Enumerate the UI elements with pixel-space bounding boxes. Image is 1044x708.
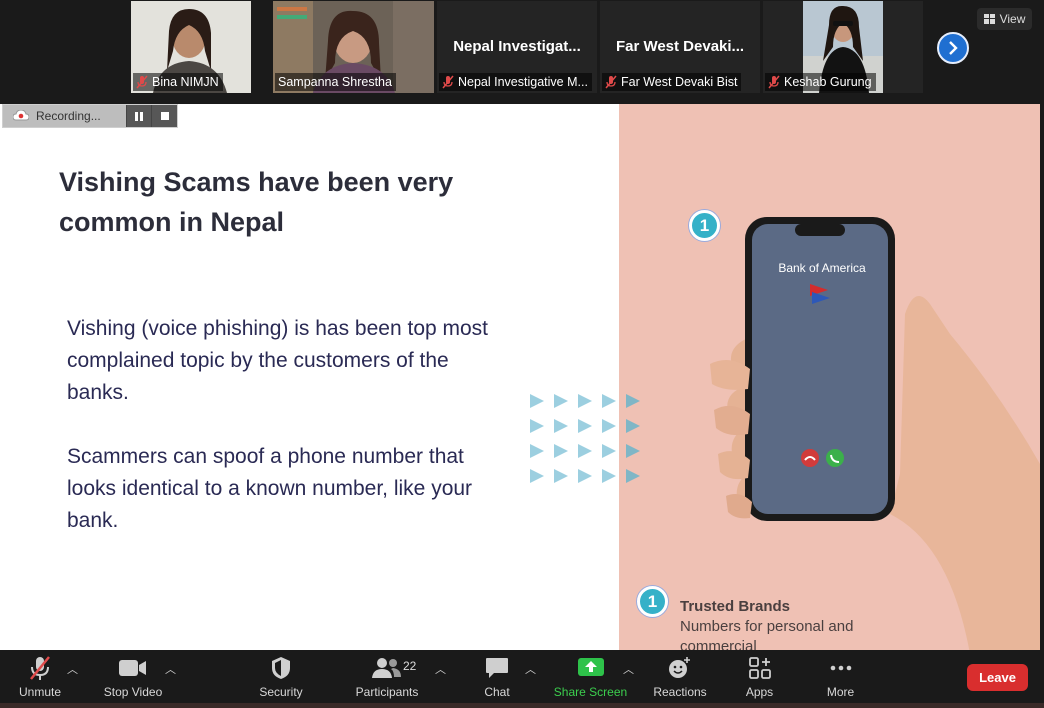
- accept-call-icon: [826, 449, 844, 467]
- grid-view-icon: [983, 14, 995, 24]
- stop-video-button[interactable]: Stop Video: [98, 651, 168, 708]
- unmute-button[interactable]: Unmute: [10, 651, 70, 708]
- zoom-meeting-window: Bina NIMJN Sampanna Shrestha Nepal Inves…: [0, 0, 1044, 708]
- apps-label: Apps: [745, 685, 774, 699]
- chat-options-caret[interactable]: ︿: [525, 661, 536, 677]
- unmute-label: Unmute: [18, 685, 62, 699]
- chevron-right-icon: [949, 41, 958, 55]
- phone-in-hand-illustration: Bank of America: [710, 217, 1040, 650]
- view-button-label: View: [999, 12, 1026, 26]
- participant-label: Sampanna Shrestha: [275, 73, 396, 91]
- recording-indicator: Recording...: [2, 104, 178, 128]
- participant-name: Bina NIMJN: [152, 75, 219, 89]
- mic-muted-icon: [30, 656, 50, 680]
- share-screen-label: Share Screen: [553, 685, 628, 699]
- stop-video-label: Stop Video: [103, 685, 163, 699]
- participant-tile-title: Far West Devaki...: [615, 38, 745, 55]
- security-button[interactable]: Security: [251, 651, 311, 708]
- more-label: More: [826, 685, 855, 699]
- phone-caller-name: Bank of America: [778, 261, 866, 275]
- next-page-button[interactable]: [937, 32, 969, 64]
- chat-label: Chat: [484, 685, 510, 699]
- mic-muted-icon: [136, 75, 148, 89]
- participant-label: Bina NIMJN: [133, 73, 223, 91]
- participant-tile-title: Nepal Investigat...: [453, 38, 581, 55]
- participant-name: Nepal Investigative M...: [458, 75, 588, 89]
- mic-muted-icon: [605, 75, 617, 89]
- participant-strip: Bina NIMJN Sampanna Shrestha Nepal Inves…: [0, 0, 1044, 103]
- trusted-brands-description: Numbers for personal and commercial: [680, 618, 854, 650]
- slide-paragraph-2: Scammers can spoof a phone number that l…: [67, 445, 473, 532]
- reactions-button[interactable]: Reactions: [650, 651, 710, 708]
- participant-name: Sampanna Shrestha: [278, 75, 392, 89]
- reactions-icon: [669, 657, 690, 678]
- stop-recording-button[interactable]: [151, 105, 177, 127]
- chat-button[interactable]: Chat: [472, 651, 522, 708]
- participants-count: 22: [403, 659, 417, 673]
- stop-icon: [160, 112, 169, 120]
- participants-icon: [372, 658, 401, 678]
- video-options-caret[interactable]: ︿: [165, 661, 176, 677]
- participant-tile-bina[interactable]: Bina NIMJN: [131, 1, 251, 93]
- apps-button[interactable]: Apps: [737, 651, 782, 708]
- participants-label: Participants: [355, 685, 419, 699]
- share-screen-button[interactable]: Share Screen: [553, 651, 628, 708]
- participant-label: Nepal Investigative M...: [439, 73, 592, 91]
- mic-muted-icon: [442, 75, 454, 89]
- window-bottom-edge: [0, 703, 1044, 708]
- reactions-label: Reactions: [653, 685, 707, 699]
- trusted-brands-title: Trusted Brands: [680, 598, 791, 615]
- mic-muted-icon: [768, 75, 780, 89]
- participants-options-caret[interactable]: ︿: [435, 661, 446, 677]
- participant-tile-nepal-investigative[interactable]: Nepal Investigat... Nepal Investigative …: [437, 1, 597, 93]
- audio-options-caret[interactable]: ︿: [67, 661, 78, 677]
- leave-button[interactable]: Leave: [967, 664, 1028, 691]
- step-badge-bottom: 1: [637, 586, 668, 617]
- decorative-arrows: [530, 394, 640, 483]
- security-label: Security: [259, 685, 303, 699]
- participant-tile-far-west-devaki[interactable]: Far West Devaki... Far West Devaki Bist: [600, 1, 760, 93]
- participant-label: Far West Devaki Bist: [602, 73, 742, 91]
- shield-icon: [272, 657, 290, 679]
- slide-headline: Vishing Scams have been very common in N…: [59, 167, 454, 237]
- share-options-caret[interactable]: ︿: [623, 661, 634, 677]
- cloud-record-icon: [13, 110, 29, 121]
- pause-recording-button[interactable]: [125, 105, 152, 127]
- chat-icon: [486, 658, 508, 678]
- participant-tile-keshab[interactable]: Keshab Gurung: [763, 1, 923, 93]
- video-camera-icon: [119, 660, 146, 676]
- participant-label: Keshab Gurung: [765, 73, 876, 91]
- shared-screen-slide: Vishing Scams have been very common in N…: [0, 104, 1040, 650]
- participant-name: Far West Devaki Bist: [621, 75, 738, 89]
- pause-icon: [134, 111, 143, 121]
- apps-icon: [748, 657, 771, 679]
- recording-label: Recording...: [36, 109, 101, 123]
- slide-paragraph-1: Vishing (voice phishing) is has been top…: [67, 317, 489, 404]
- more-button[interactable]: More: [818, 651, 863, 708]
- share-screen-icon: [577, 658, 604, 676]
- meeting-toolbar: Unmute ︿ Stop Video ︿ Security Participa…: [0, 651, 1044, 708]
- more-dots-icon: [830, 665, 851, 671]
- participant-tile-sampanna[interactable]: Sampanna Shrestha: [273, 1, 434, 93]
- participant-name: Keshab Gurung: [784, 75, 872, 89]
- view-button[interactable]: View: [977, 8, 1032, 30]
